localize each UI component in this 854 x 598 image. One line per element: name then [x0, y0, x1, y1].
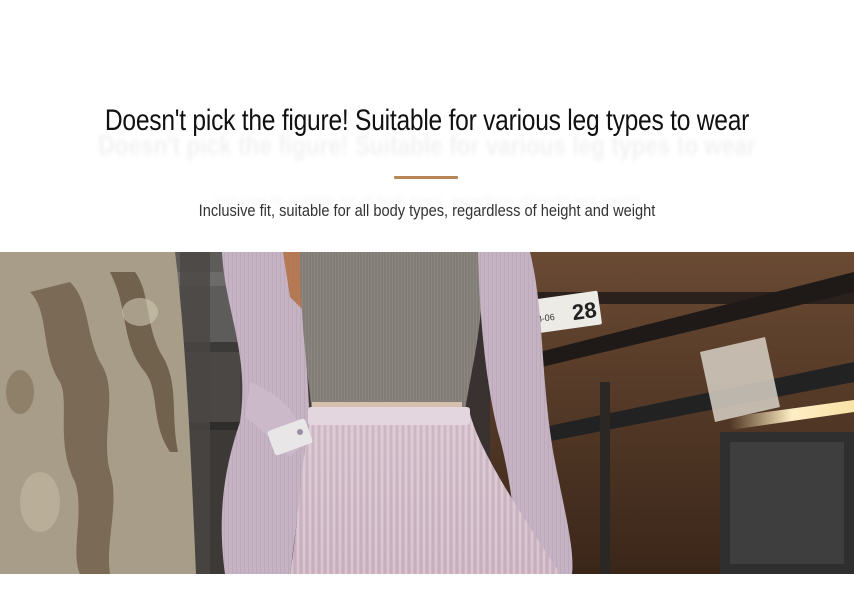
product-photo: 28 28-06: [0, 252, 854, 574]
product-photo-illustration: 28 28-06: [0, 252, 854, 574]
title-divider: [394, 176, 458, 179]
bottom-spacer: [0, 574, 854, 598]
number-sign-text: 28: [570, 297, 598, 325]
product-header: Doesn't pick the figure! Suitable for va…: [0, 0, 854, 252]
page-title: Doesn't pick the figure! Suitable for va…: [104, 104, 750, 137]
page-subtitle: Inclusive fit, suitable for all body typ…: [198, 201, 656, 220]
